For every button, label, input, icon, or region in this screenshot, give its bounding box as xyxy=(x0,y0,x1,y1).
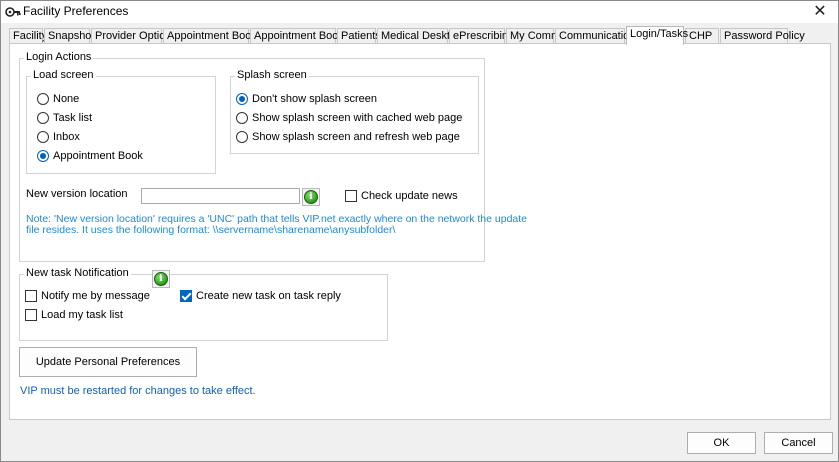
facility-preferences-window: Facility Preferences ✕ Facility Snapshot… xyxy=(0,0,839,462)
radio-splash-refresh[interactable]: Show splash screen and refresh web page xyxy=(236,130,460,144)
ok-button[interactable]: OK xyxy=(687,432,756,454)
restart-note: VIP must be restarted for changes to tak… xyxy=(20,385,256,397)
radio-indicator[interactable] xyxy=(37,131,49,143)
splash-screen-label: Splash screen xyxy=(235,69,309,81)
radio-label: None xyxy=(53,93,80,105)
key-icon xyxy=(5,7,21,17)
tab-medical-desktop[interactable]: Medical Desktop xyxy=(377,28,462,44)
info-icon: i xyxy=(154,272,168,286)
notify-by-message-checkbox[interactable]: Notify me by message xyxy=(25,289,150,303)
radio-appointment-book[interactable]: Appointment Book xyxy=(37,149,143,163)
radio-indicator[interactable] xyxy=(37,150,49,162)
login-actions-group: Login Actions Load screen None Task list… xyxy=(19,51,527,262)
login-actions-label: Login Actions xyxy=(24,51,94,63)
radio-label: Don't show splash screen xyxy=(252,93,377,105)
title-bar: Facility Preferences ✕ xyxy=(1,1,838,23)
load-task-list-checkbox[interactable]: Load my task list xyxy=(25,308,123,322)
radio-indicator[interactable] xyxy=(236,131,248,143)
radio-none[interactable]: None xyxy=(37,92,79,106)
tab-communications[interactable]: Communications xyxy=(555,28,641,44)
tab-appointment-book-1[interactable]: Appointment Book 1 xyxy=(163,28,266,44)
splash-screen-group: Splash screen Don't show splash screen S… xyxy=(230,69,479,154)
radio-dont-show-splash[interactable]: Don't show splash screen xyxy=(236,92,377,106)
update-personal-preferences-button[interactable]: Update Personal Preferences xyxy=(19,347,197,377)
unc-note-line2: file resides. It uses the following form… xyxy=(26,224,396,236)
new-version-info-button[interactable]: i xyxy=(302,188,320,206)
cancel-button[interactable]: Cancel xyxy=(764,432,833,454)
create-new-task-checkbox[interactable]: Create new task on task reply xyxy=(180,289,341,303)
checkbox-indicator[interactable] xyxy=(180,290,192,302)
radio-label: Task list xyxy=(53,112,93,124)
checkbox-indicator[interactable] xyxy=(345,190,357,202)
check-update-news[interactable]: Check update news xyxy=(345,189,458,203)
checkbox-indicator[interactable] xyxy=(25,290,37,302)
radio-indicator[interactable] xyxy=(37,112,49,124)
tab-my-comms[interactable]: My Comms xyxy=(506,28,566,44)
tab-login-tasks[interactable]: Login/Tasks xyxy=(626,26,688,45)
checkbox-label: Load my task list xyxy=(41,309,123,321)
checkbox-label: Create new task on task reply xyxy=(196,290,341,302)
tab-facility[interactable]: Facility xyxy=(9,28,47,44)
tab-appointment-book-2[interactable]: Appointment Book 2 xyxy=(250,28,353,44)
checkbox-label: Check update news xyxy=(361,190,458,202)
tab-patients[interactable]: Patients xyxy=(337,28,381,44)
tab-eprescribing[interactable]: ePrescribing xyxy=(449,28,514,44)
checkbox-indicator[interactable] xyxy=(25,309,37,321)
task-notification-label: New task Notification xyxy=(24,267,131,279)
radio-label: Show splash screen and refresh web page xyxy=(252,131,460,143)
radio-splash-cached[interactable]: Show splash screen with cached web page xyxy=(236,111,462,125)
tab-provider-options[interactable]: Provider Options xyxy=(91,28,177,44)
radio-inbox[interactable]: Inbox xyxy=(37,130,80,144)
radio-label: Show splash screen with cached web page xyxy=(252,112,463,124)
close-button[interactable]: ✕ xyxy=(810,2,830,22)
radio-indicator[interactable] xyxy=(37,93,49,105)
radio-label: Inbox xyxy=(53,131,80,143)
tab-snapshot[interactable]: Snapshot xyxy=(44,28,94,44)
radio-indicator[interactable] xyxy=(236,112,248,124)
new-version-location-label: New version location xyxy=(26,188,128,200)
tab-password-policy[interactable]: Password Policy xyxy=(720,28,805,44)
task-notification-info-button[interactable]: i xyxy=(152,270,170,288)
tab-chp[interactable]: CHP xyxy=(685,28,719,44)
radio-label: Appointment Book xyxy=(53,150,143,162)
load-screen-group: Load screen None Task list Inbox Appoint… xyxy=(26,69,216,174)
window-title: Facility Preferences xyxy=(23,4,129,18)
radio-task-list[interactable]: Task list xyxy=(37,111,92,125)
task-notification-group: New task Notification i Notify me by mes… xyxy=(19,267,388,341)
radio-indicator[interactable] xyxy=(236,93,248,105)
info-icon: i xyxy=(304,190,318,204)
load-screen-label: Load screen xyxy=(31,69,96,81)
login-tasks-page: Login Actions Load screen None Task list… xyxy=(9,43,831,420)
checkbox-label: Notify me by message xyxy=(41,290,150,302)
new-version-location-input[interactable] xyxy=(141,188,300,204)
